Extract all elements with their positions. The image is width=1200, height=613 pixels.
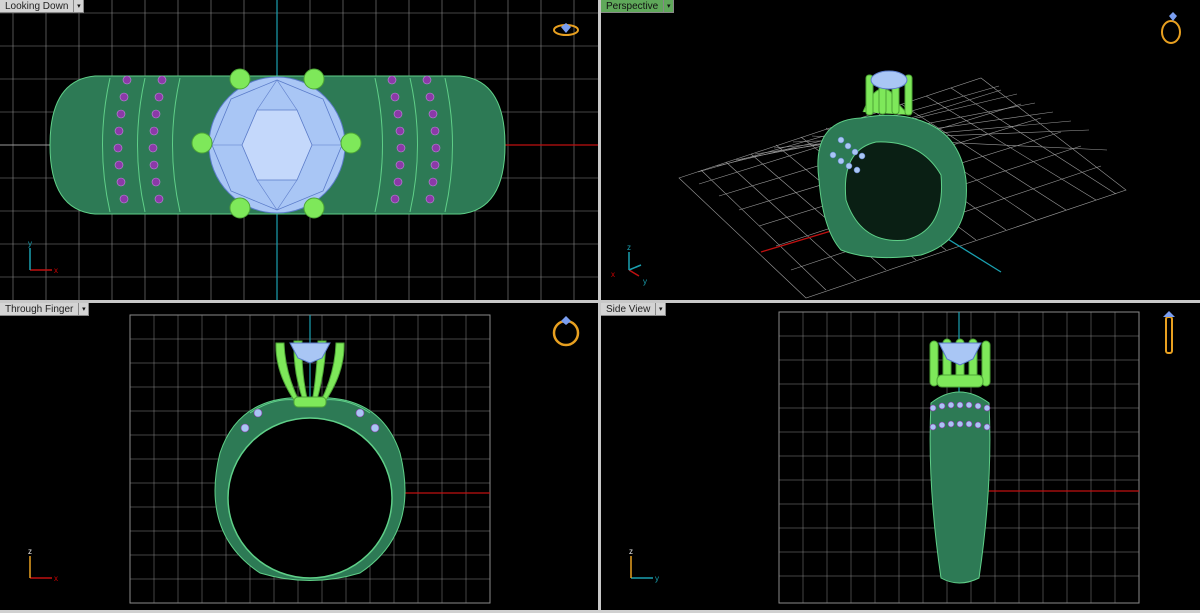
- viewport-title[interactable]: Perspective: [601, 0, 665, 13]
- top-view-canvas[interactable]: x y: [0, 0, 598, 300]
- ring-front: [214, 397, 406, 581]
- viewport-side-view[interactable]: Side View ▾ y z: [601, 303, 1200, 610]
- svg-text:z: z: [28, 547, 32, 556]
- svg-text:z: z: [629, 547, 633, 556]
- dropdown-arrow-icon[interactable]: ▾: [79, 303, 90, 316]
- viewport-through-finger[interactable]: Through Finger ▾ x z: [0, 303, 598, 610]
- viewport-title[interactable]: Through Finger: [0, 303, 80, 316]
- axis-gizmo: x z: [28, 547, 58, 583]
- viewport-tab-side-view[interactable]: Side View ▾: [601, 303, 667, 316]
- side-view-canvas[interactable]: y z: [601, 303, 1200, 610]
- ring-preview-icon: [552, 316, 580, 347]
- svg-text:y: y: [28, 239, 32, 248]
- axis-gizmo: y z: [629, 547, 659, 583]
- front-view-canvas[interactable]: x z: [0, 303, 598, 610]
- svg-text:y: y: [655, 574, 659, 583]
- ring-preview-icon: [1163, 311, 1175, 354]
- viewport-title[interactable]: Side View: [601, 303, 657, 316]
- viewport-title[interactable]: Looking Down: [0, 0, 75, 13]
- svg-text:y: y: [643, 277, 647, 286]
- axis-gizmo: x y z: [611, 243, 647, 286]
- viewport-layout: Looking Down ▾ x y Perspective ▾ x y z T…: [0, 0, 1200, 613]
- ring-perspective: [817, 70, 967, 259]
- ring-preview-icon: [1161, 12, 1181, 44]
- viewport-tab-perspective[interactable]: Perspective ▾: [601, 0, 675, 13]
- viewport-perspective[interactable]: Perspective ▾ x y z: [601, 0, 1200, 300]
- ring-side: [929, 391, 991, 584]
- svg-text:x: x: [54, 266, 58, 275]
- viewport-looking-down[interactable]: Looking Down ▾ x y: [0, 0, 598, 300]
- dropdown-arrow-icon[interactable]: ▾: [74, 0, 85, 13]
- ring-preview-icon: [553, 23, 579, 36]
- viewport-tab-through-finger[interactable]: Through Finger ▾: [0, 303, 90, 316]
- center-gem-top: [208, 76, 346, 214]
- perspective-canvas[interactable]: x y z: [601, 0, 1200, 300]
- dropdown-arrow-icon[interactable]: ▾: [656, 303, 667, 316]
- axis-gizmo: x y: [28, 239, 58, 275]
- svg-text:x: x: [54, 574, 58, 583]
- dropdown-arrow-icon[interactable]: ▾: [664, 0, 675, 13]
- svg-text:x: x: [611, 270, 615, 279]
- viewport-tab-looking-down[interactable]: Looking Down ▾: [0, 0, 85, 13]
- svg-text:z: z: [627, 243, 631, 252]
